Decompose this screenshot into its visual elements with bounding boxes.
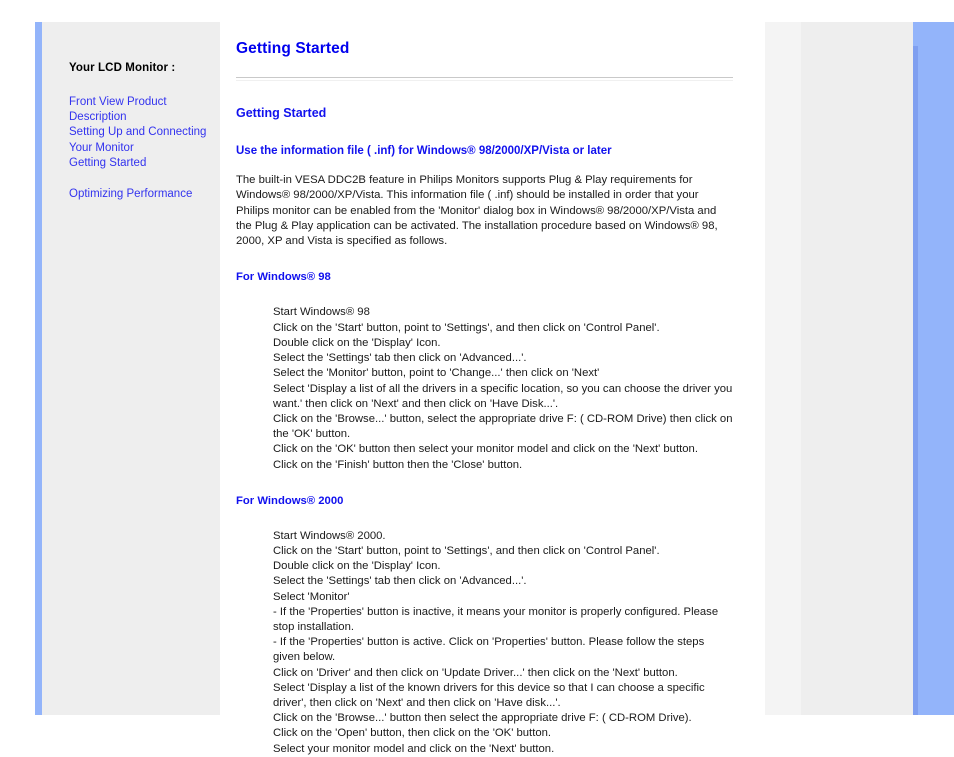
sidebar: Your LCD Monitor : Front View Product De… xyxy=(35,22,220,715)
step-item: Click on the 'Finish' button then the 'C… xyxy=(273,458,523,471)
sidebar-item-your-monitor[interactable]: Your Monitor xyxy=(69,141,212,156)
main-content: Getting Started Getting Started Use the … xyxy=(236,22,736,755)
step-item: Start Windows® 2000. xyxy=(273,529,386,542)
step-item: Select your monitor model and click on t… xyxy=(273,742,555,755)
sidebar-link-optimizing-performance[interactable]: Optimizing Performance xyxy=(69,187,212,202)
step-item: Select 'Display a list of the known driv… xyxy=(273,681,705,709)
step-item: Double click on the 'Display' Icon. xyxy=(273,560,441,573)
right-blue-notch xyxy=(913,22,918,46)
step-item: Start Windows® 98 xyxy=(273,306,370,319)
page-root: Your LCD Monitor : Front View Product De… xyxy=(0,0,954,755)
sidebar-heading: Your LCD Monitor : xyxy=(69,62,176,74)
step-item: Select the 'Settings' tab then click on … xyxy=(273,352,527,365)
step-item: Select the 'Monitor' button, point to 'C… xyxy=(273,367,600,380)
step-item: - If the 'Properties' button is active. … xyxy=(273,636,705,664)
step-item: Double click on the 'Display' Icon. xyxy=(273,336,441,349)
sidebar-link-getting-started[interactable]: Getting Started xyxy=(69,156,212,171)
heading-for-windows-98: For Windows® 98 xyxy=(236,271,331,284)
steps-list-windows-2000: Start Windows® 2000. Click on the 'Start… xyxy=(236,529,733,757)
heading-for-windows-2000: For Windows® 2000 xyxy=(236,494,344,507)
section-title-getting-started: Getting Started xyxy=(236,106,327,120)
step-item: - If the 'Properties' button is inactive… xyxy=(273,605,719,633)
sidebar-item-getting-started[interactable]: Getting Started xyxy=(69,156,212,171)
sidebar-nav-list: Front View Product Description Setting U… xyxy=(69,95,212,171)
step-item: Select the 'Settings' tab then click on … xyxy=(273,575,527,588)
sidebar-link-front-view-product[interactable]: Front View Product xyxy=(69,95,212,110)
title-divider xyxy=(236,77,733,81)
subsection-title-inf-file: Use the information file ( .inf) for Win… xyxy=(236,145,612,157)
right-blue-band xyxy=(918,22,954,715)
intro-paragraph: The built-in VESA DDC2B feature in Phili… xyxy=(236,174,718,248)
step-item: Click on the 'Start' button, point to 'S… xyxy=(273,544,660,557)
sidebar-link-description[interactable]: Description xyxy=(69,110,212,125)
sidebar-item-setting-up-and-connecting[interactable]: Setting Up and Connecting xyxy=(69,125,212,140)
sidebar-link-setting-up-and-connecting[interactable]: Setting Up and Connecting xyxy=(69,125,212,140)
sidebar-content: Your LCD Monitor : Front View Product De… xyxy=(42,22,220,202)
page-title: Getting Started xyxy=(236,40,350,57)
step-item: Click on the 'Start' button, point to 'S… xyxy=(273,321,660,334)
step-item: Click on the 'Browse...' button, select … xyxy=(273,412,733,441)
step-item: Click on the 'OK' button then select you… xyxy=(273,443,698,456)
steps-list-windows-98: Start Windows® 98 Click on the 'Start' b… xyxy=(236,305,733,472)
step-item: Click on 'Driver' and then click on 'Upd… xyxy=(273,666,678,679)
sidebar-item-description[interactable]: Description xyxy=(69,110,212,125)
sidebar-link-your-monitor[interactable]: Your Monitor xyxy=(69,141,212,156)
sidebar-item-front-view-product[interactable]: Front View Product xyxy=(69,95,212,110)
right-panel-sliver xyxy=(765,22,801,715)
step-item: Select 'Monitor' xyxy=(273,590,350,603)
step-item: Click on the 'Open' button, then click o… xyxy=(273,727,552,740)
step-item: Select 'Display a list of all the driver… xyxy=(273,382,733,410)
step-item: Click on the 'Browse...' button then sel… xyxy=(273,712,692,725)
sidebar-nav-list-secondary: Optimizing Performance xyxy=(69,187,212,202)
sidebar-item-optimizing-performance[interactable]: Optimizing Performance xyxy=(69,187,212,202)
